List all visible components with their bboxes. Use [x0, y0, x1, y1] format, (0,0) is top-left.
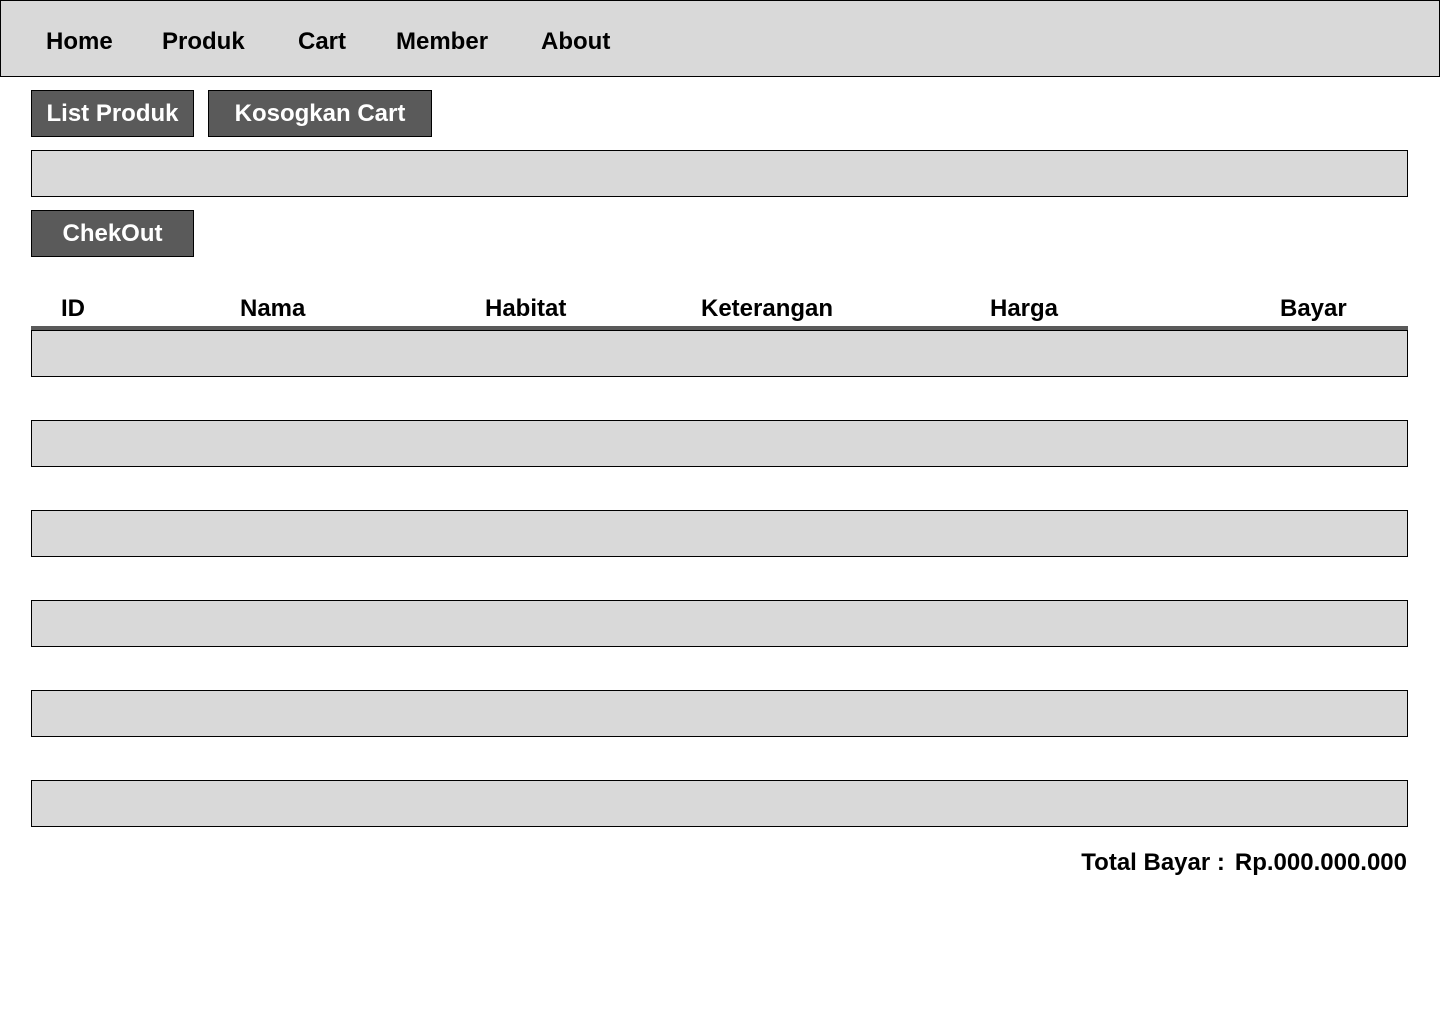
- column-header-harga: Harga: [990, 295, 1059, 322]
- table-row: [31, 420, 1408, 467]
- nav-item-home[interactable]: Home: [46, 26, 113, 58]
- table-row: [31, 690, 1408, 737]
- table-row: [31, 780, 1408, 827]
- nav-item-cart[interactable]: Cart: [298, 26, 346, 58]
- nav-item-produk[interactable]: Produk: [162, 26, 245, 58]
- table-row: [31, 600, 1408, 647]
- nav-item-member[interactable]: Member: [396, 26, 488, 58]
- total-bayar: Total Bayar : Rp.000.000.000: [1081, 847, 1407, 879]
- list-produk-button[interactable]: List Produk: [31, 90, 194, 137]
- navbar: Home Produk Cart Member About: [0, 0, 1440, 77]
- column-header-habitat: Habitat: [485, 295, 567, 322]
- table-row: [31, 330, 1408, 377]
- kosongkan-cart-button[interactable]: Kosogkan Cart: [208, 90, 432, 137]
- column-header-bayar: Bayar: [1280, 295, 1347, 322]
- column-header-id: ID: [61, 295, 85, 322]
- total-bayar-value: Rp.000.000.000: [1234, 849, 1407, 876]
- nav-item-about[interactable]: About: [541, 26, 610, 58]
- cart-info-bar: [31, 150, 1408, 197]
- column-header-nama: Nama: [240, 295, 306, 322]
- table-row: [31, 510, 1408, 557]
- total-bayar-label: Total Bayar :: [1081, 849, 1225, 876]
- column-header-keterangan: Keterangan: [701, 295, 834, 322]
- checkout-button[interactable]: ChekOut: [31, 210, 194, 257]
